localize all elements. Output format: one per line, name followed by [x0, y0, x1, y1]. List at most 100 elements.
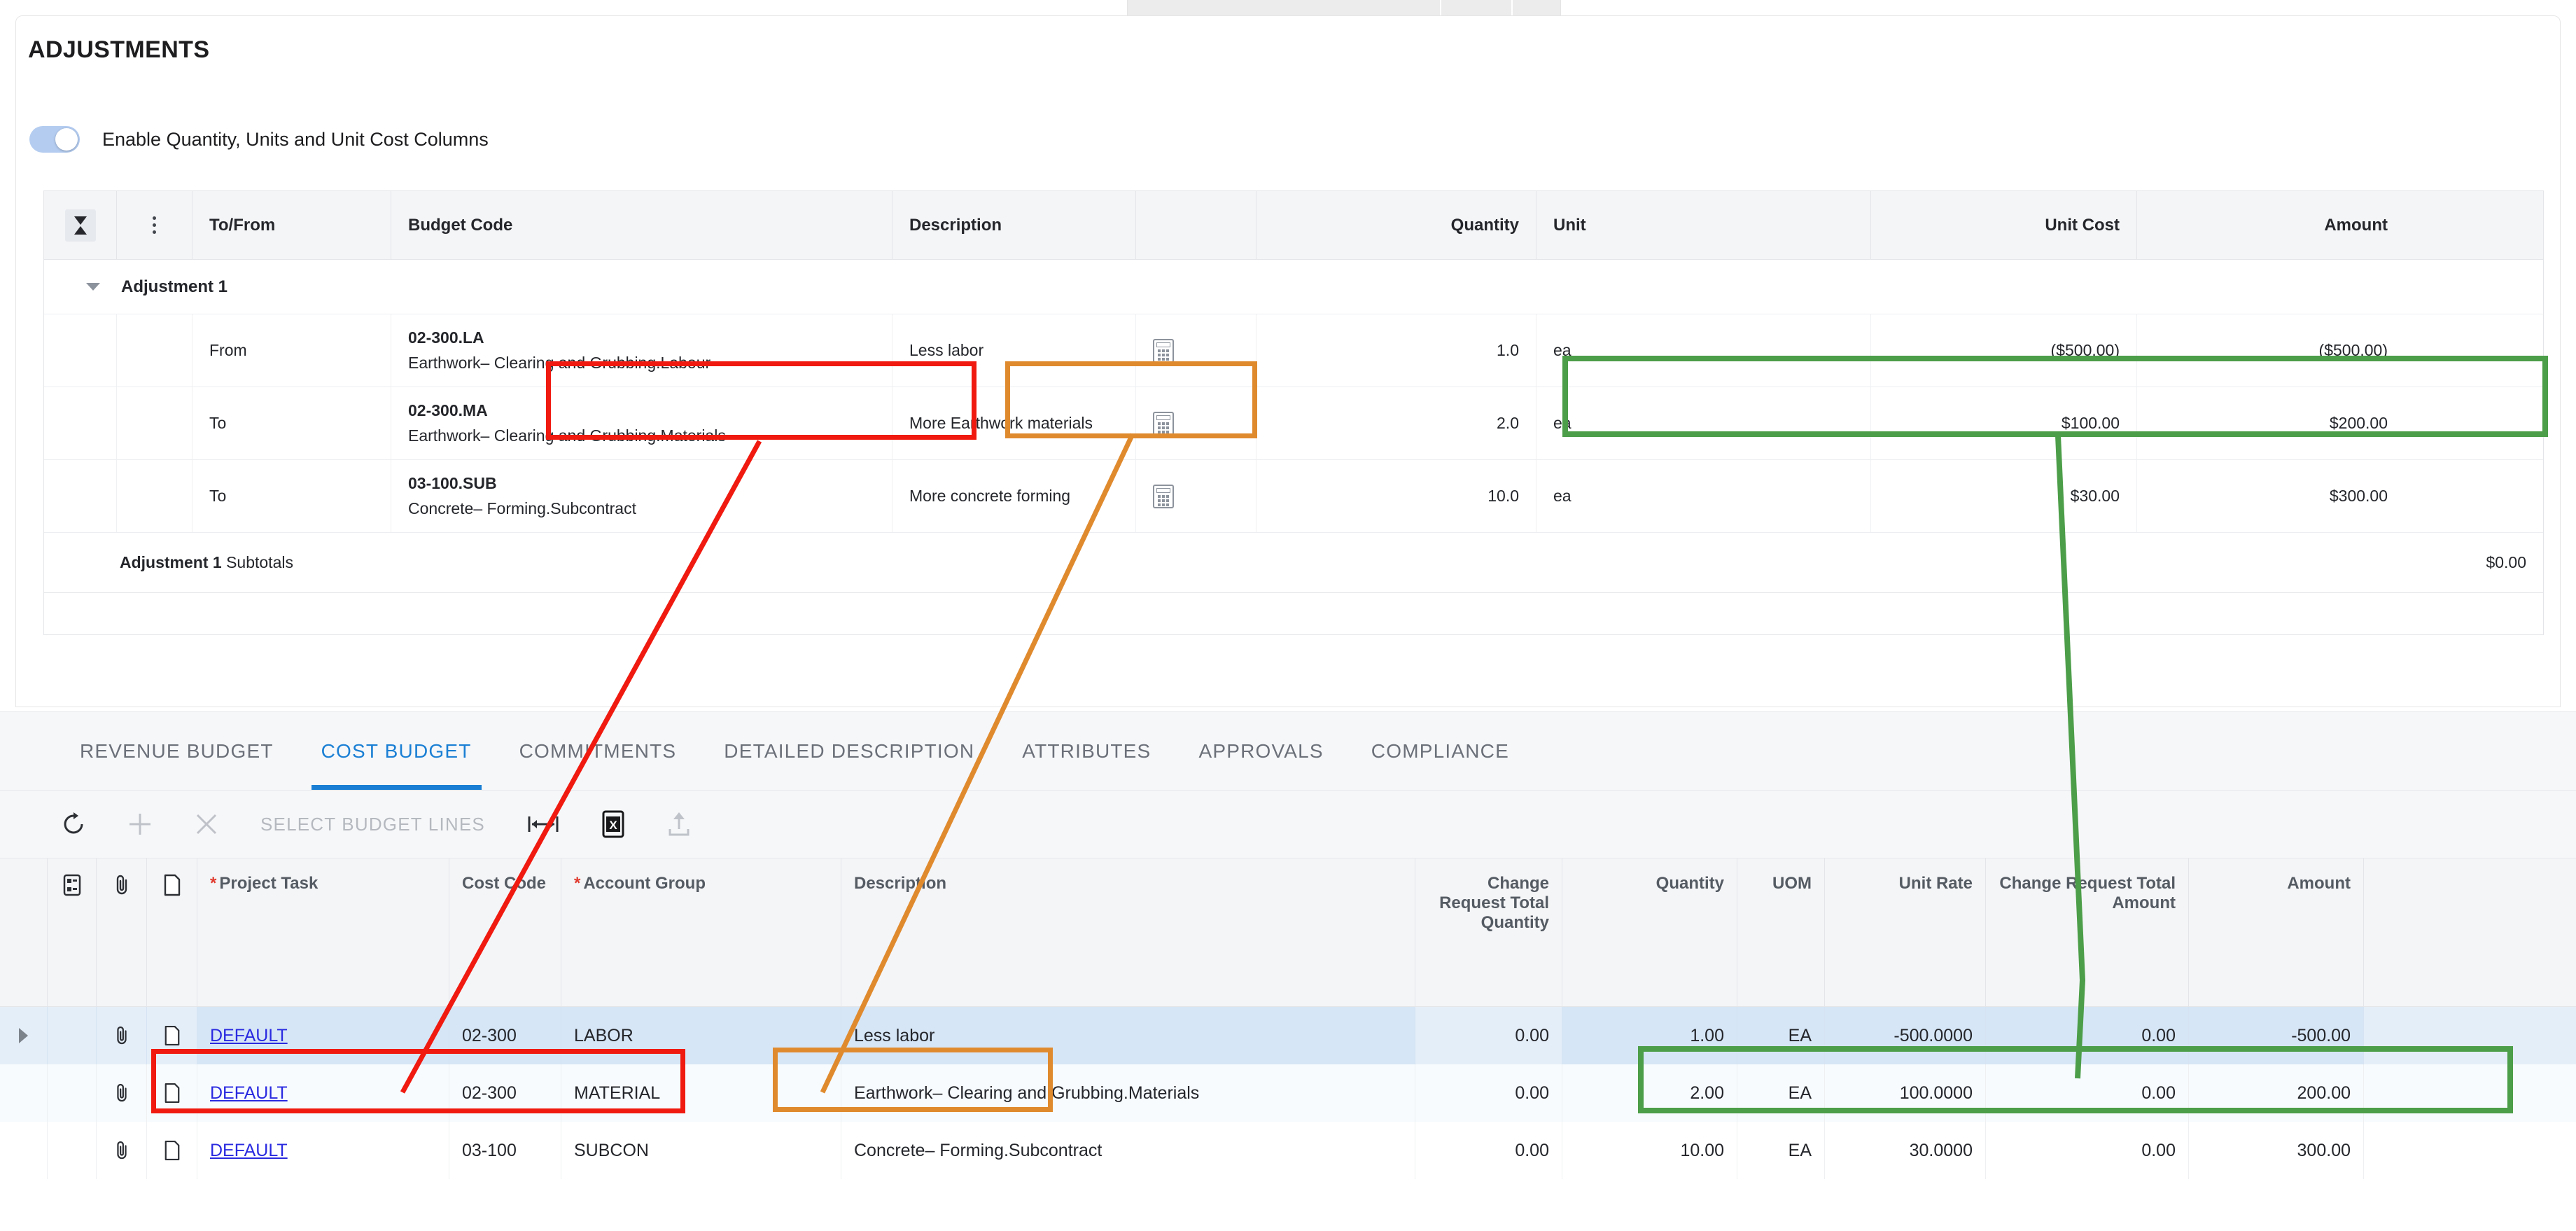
header-unit-cost[interactable]: Unit Cost — [1871, 191, 2137, 259]
cell-amount: ($500.00) — [2318, 341, 2388, 359]
upload-button[interactable] — [646, 790, 712, 858]
adjustment-row[interactable]: From 02-300.LA Earthwork– Clearing and G… — [44, 314, 2543, 387]
cell-amount: -500.00 — [2189, 1007, 2364, 1064]
enable-columns-toggle-label: Enable Quantity, Units and Unit Cost Col… — [102, 128, 489, 150]
cell-change-request-total-amount: 0.00 — [1986, 1122, 2189, 1179]
row-document-button[interactable] — [147, 1007, 197, 1064]
paperclip-icon — [116, 1026, 127, 1045]
cell-description: Less labor — [892, 314, 1136, 387]
cell-project-task[interactable]: DEFAULT — [197, 1122, 449, 1179]
project-task-link[interactable]: DEFAULT — [210, 1026, 288, 1046]
cost-budget-grid: * Project Task Cost Code * Account Group D… — [0, 858, 2576, 1179]
cell-account-group: SUBCON — [561, 1122, 841, 1179]
cell-calculator[interactable] — [1136, 460, 1256, 532]
row-document-button[interactable] — [147, 1122, 197, 1179]
cell-calculator[interactable] — [1136, 314, 1256, 387]
upload-icon — [668, 812, 690, 836]
document-icon — [164, 1140, 179, 1161]
row-menu-cell — [117, 387, 192, 459]
row-pin-cell — [44, 387, 117, 459]
adjustments-grid-header: To/From Budget Code Description Quantity… — [44, 191, 2543, 260]
lock-list-icon — [63, 874, 80, 896]
header-amount[interactable]: Amount — [2137, 191, 2404, 259]
cell-project-task[interactable]: DEFAULT — [197, 1064, 449, 1122]
budget-code-description: Earthwork– Clearing and Grubbing.Labour — [408, 354, 711, 372]
header-expand — [0, 858, 48, 1006]
header-account-group-label: Account Group — [583, 874, 706, 893]
tab-revenue-budget[interactable]: REVENUE BUDGET — [56, 712, 298, 791]
row-attachment-button[interactable] — [97, 1064, 147, 1122]
export-excel-button[interactable]: X — [580, 790, 646, 858]
toggle-knob — [55, 128, 78, 151]
cell-quantity: 2.00 — [1562, 1064, 1737, 1122]
select-budget-lines-button[interactable]: SELECT BUDGET LINES — [239, 790, 506, 858]
enable-columns-toggle[interactable] — [29, 126, 80, 153]
refresh-icon — [64, 812, 83, 834]
tab-cost-budget[interactable]: COST BUDGET — [298, 712, 496, 791]
tab-approvals[interactable]: APPROVALS — [1175, 712, 1347, 791]
excel-export-icon: X — [602, 810, 624, 838]
header-document[interactable] — [147, 858, 197, 1006]
row-lock-cell — [48, 1122, 97, 1179]
header-lock[interactable] — [48, 858, 97, 1006]
select-budget-lines-label: SELECT BUDGET LINES — [260, 813, 485, 835]
header-description[interactable]: Description — [892, 191, 1136, 259]
tab-compliance[interactable]: COMPLIANCE — [1348, 712, 1533, 791]
tab-commitments[interactable]: COMMITMENTS — [496, 712, 701, 791]
header-change-request-total-amount[interactable]: Change Request Total Amount — [1986, 858, 2189, 1006]
row-expand-cell — [0, 1064, 48, 1122]
header-attachment[interactable] — [97, 858, 147, 1006]
row-lock-cell — [48, 1007, 97, 1064]
grid-toolbar: SELECT BUDGET LINES X — [0, 790, 2576, 858]
header-change-request-total-quantity[interactable]: Change Request Total Quantity — [1415, 858, 1562, 1006]
row-attachment-button[interactable] — [97, 1007, 147, 1064]
adjustment-row[interactable]: To 02-300.MA Earthwork– Clearing and Gru… — [44, 387, 2543, 460]
refresh-button[interactable] — [41, 790, 106, 858]
header-account-group[interactable]: * Account Group — [561, 858, 841, 1006]
header-tofrom[interactable]: To/From — [192, 191, 391, 259]
header-amount[interactable]: Amount — [2189, 858, 2364, 1006]
cell-tofrom: To — [192, 387, 391, 459]
fit-columns-button[interactable] — [506, 790, 580, 858]
header-quantity[interactable]: Quantity — [1562, 858, 1737, 1006]
table-row[interactable]: DEFAULT 02-300 MATERIAL Earthwork– Clear… — [0, 1064, 2576, 1122]
budget-code-value: 02-300.LA — [408, 328, 484, 347]
table-row[interactable]: DEFAULT 02-300 LABOR Less labor 0.00 1.0… — [0, 1007, 2576, 1064]
header-project-task-label: Project Task — [219, 874, 318, 893]
project-task-link[interactable]: DEFAULT — [210, 1141, 288, 1161]
adjustment-group-label: Adjustment 1 — [121, 277, 228, 296]
header-quantity[interactable]: Quantity — [1256, 191, 1536, 259]
header-unit-rate[interactable]: Unit Rate — [1825, 858, 1986, 1006]
tab-detailed-description[interactable]: DETAILED DESCRIPTION — [700, 712, 998, 791]
header-project-task[interactable]: * Project Task — [197, 858, 449, 1006]
adjustment-row[interactable]: To 03-100.SUB Concrete– Forming.Subcontr… — [44, 460, 2543, 533]
table-row[interactable]: DEFAULT 03-100 SUBCON Concrete– Forming.… — [0, 1122, 2576, 1179]
cell-calculator[interactable] — [1136, 387, 1256, 459]
add-row-button[interactable] — [106, 790, 174, 858]
header-unit[interactable]: Unit — [1536, 191, 1871, 259]
calculator-icon — [1153, 338, 1174, 363]
document-icon — [164, 874, 180, 896]
filter-hourglass-header[interactable] — [44, 191, 117, 259]
header-uom[interactable]: UOM — [1737, 858, 1825, 1006]
delete-row-button[interactable] — [174, 790, 239, 858]
project-task-link[interactable]: DEFAULT — [210, 1083, 288, 1104]
row-expand-button[interactable] — [0, 1007, 48, 1064]
cell-project-task[interactable]: DEFAULT — [197, 1007, 449, 1064]
project-task-required-marker: * — [210, 874, 217, 893]
plus-icon — [130, 814, 150, 835]
column-menu-header[interactable] — [117, 191, 192, 259]
row-lock-cell — [48, 1064, 97, 1122]
cell-unit-rate: -500.0000 — [1825, 1007, 1986, 1064]
calculator-icon — [1153, 484, 1174, 508]
tab-attributes[interactable]: ATTRIBUTES — [998, 712, 1175, 791]
header-description[interactable]: Description — [841, 858, 1415, 1006]
row-document-button[interactable] — [147, 1064, 197, 1122]
chevron-down-icon[interactable] — [86, 283, 100, 291]
kebab-menu-icon — [153, 216, 156, 234]
cell-amount: 300.00 — [2189, 1122, 2364, 1179]
adjustment-group-row[interactable]: Adjustment 1 — [44, 260, 2543, 314]
header-cost-code[interactable]: Cost Code — [449, 858, 561, 1006]
header-budget-code[interactable]: Budget Code — [391, 191, 892, 259]
row-attachment-button[interactable] — [97, 1122, 147, 1179]
